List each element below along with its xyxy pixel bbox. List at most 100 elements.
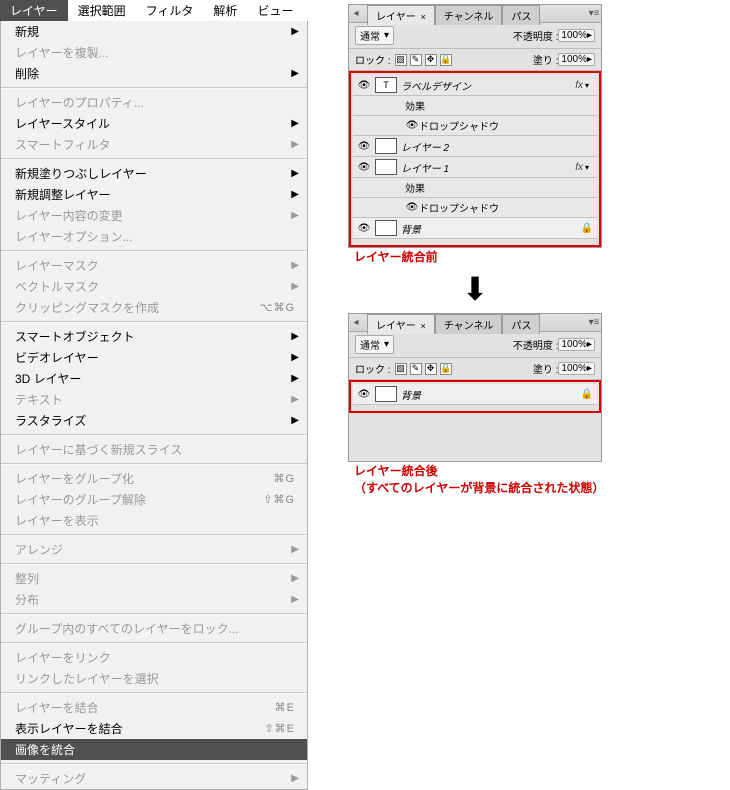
- layer-name[interactable]: レイヤー 1: [401, 160, 575, 175]
- fx-icon[interactable]: fx: [575, 80, 583, 91]
- menu-item: テキスト▶: [1, 389, 307, 410]
- tab-layers[interactable]: レイヤー ×: [367, 314, 435, 334]
- close-icon[interactable]: ×: [420, 12, 425, 22]
- visibility-icon[interactable]: 👁: [357, 162, 371, 173]
- lock-icon: 🔒: [581, 389, 593, 400]
- layer-row[interactable]: 👁 背景🔒: [353, 218, 597, 239]
- menubar-item-filter[interactable]: フィルタ: [136, 0, 204, 21]
- menu-item-label: ベクトルマスク: [15, 278, 285, 295]
- opacity-value[interactable]: 100% ▸: [558, 29, 595, 42]
- submenu-arrow-icon: ▶: [291, 415, 299, 426]
- menu-item-label: 画像を統合: [15, 741, 299, 758]
- close-icon[interactable]: ×: [420, 321, 425, 331]
- menu-item-label: ラスタライズ: [15, 412, 285, 429]
- visibility-icon[interactable]: 👁: [357, 80, 371, 91]
- fill-value[interactable]: 100% ▸: [558, 362, 595, 375]
- menu-item-label: レイヤーマスク: [15, 257, 285, 274]
- layer-thumb: [375, 220, 397, 236]
- opacity-value[interactable]: 100% ▸: [558, 338, 595, 351]
- lock-pixels-icon[interactable]: ✎: [410, 54, 422, 66]
- menu-item[interactable]: スマートオブジェクト▶: [1, 326, 307, 347]
- layer-menu: 新規▶レイヤーを複製...削除▶レイヤーのプロパティ...レイヤースタイル▶スマ…: [0, 21, 308, 790]
- submenu-arrow-icon: ▶: [291, 118, 299, 129]
- menu-item[interactable]: 新規塗りつぶしレイヤー▶: [1, 163, 307, 184]
- lock-transparency-icon[interactable]: ▧: [395, 363, 407, 375]
- minimize-icon[interactable]: ◂: [349, 8, 363, 19]
- minimize-icon[interactable]: ◂: [349, 317, 363, 328]
- menu-item: レイヤーのグループ解除⇧⌘G: [1, 489, 307, 510]
- menu-item-label: 分布: [15, 591, 285, 608]
- layer-row[interactable]: 👁 背景🔒: [353, 384, 597, 405]
- layer-effect-row[interactable]: 効果: [353, 178, 597, 198]
- menu-item: レイヤーマスク▶: [1, 255, 307, 276]
- visibility-icon[interactable]: 👁: [357, 389, 371, 400]
- visibility-icon[interactable]: 👁: [405, 202, 419, 213]
- tab-paths[interactable]: パス: [502, 314, 540, 334]
- lock-all-icon[interactable]: 🔒: [440, 363, 452, 375]
- fill-value[interactable]: 100% ▸: [558, 53, 595, 66]
- menu-item[interactable]: 新規調整レイヤー▶: [1, 184, 307, 205]
- menubar-item-layer[interactable]: レイヤー: [0, 0, 68, 21]
- layer-row[interactable]: 👁 レイヤー 1fx▾: [353, 157, 597, 178]
- layer-effect-row[interactable]: 👁ドロップシャドウ: [353, 198, 597, 218]
- submenu-arrow-icon: ▶: [291, 281, 299, 292]
- lock-pixels-icon[interactable]: ✎: [410, 363, 422, 375]
- layers-panel-after: ◂ レイヤー × チャンネル パス ▾≡ 通常▾ 不透明度 : 100% ▸ ロ…: [348, 313, 602, 462]
- layer-row[interactable]: 👁 レイヤー 2: [353, 136, 597, 157]
- panel-menu-icon[interactable]: ▾≡: [587, 317, 601, 328]
- menu-item: 分布▶: [1, 589, 307, 610]
- menu-item: レイヤーをリンク: [1, 647, 307, 668]
- menu-item: レイヤーのプロパティ...: [1, 92, 307, 113]
- fill-label: 塗り :: [533, 361, 559, 376]
- lock-transparency-icon[interactable]: ▧: [395, 54, 407, 66]
- menu-item-label: レイヤーをリンク: [15, 649, 299, 666]
- submenu-arrow-icon: ▶: [291, 573, 299, 584]
- menubar-item-view[interactable]: ビュー: [247, 0, 303, 21]
- menu-item[interactable]: ラスタライズ ▶: [1, 410, 307, 431]
- lock-position-icon[interactable]: ✥: [425, 54, 437, 66]
- shortcut: ⇧⌘G: [263, 493, 295, 506]
- menu-item-label: レイヤーのグループ解除: [15, 491, 263, 508]
- menu-item[interactable]: 3D レイヤー▶: [1, 368, 307, 389]
- menubar-item-select[interactable]: 選択範囲: [68, 0, 136, 21]
- layer-name[interactable]: 背景: [401, 387, 581, 402]
- visibility-icon[interactable]: 👁: [357, 141, 371, 152]
- tab-paths[interactable]: パス: [502, 5, 540, 25]
- menu-item: ベクトルマスク ▶: [1, 276, 307, 297]
- blend-mode-select[interactable]: 通常▾: [355, 335, 394, 354]
- menu-item-label: レイヤーオプション...: [15, 228, 299, 245]
- chevron-down-icon[interactable]: ▾: [585, 163, 589, 172]
- menubar-item-analysis[interactable]: 解析: [203, 0, 247, 21]
- menu-item-label: レイヤー内容の変更: [15, 207, 285, 224]
- submenu-arrow-icon: ▶: [291, 139, 299, 150]
- layer-name[interactable]: ラベルデザイン: [401, 78, 575, 93]
- chevron-down-icon[interactable]: ▾: [585, 81, 589, 90]
- submenu-arrow-icon: ▶: [291, 189, 299, 200]
- layer-row[interactable]: 👁Tラベルデザインfx▾: [353, 75, 597, 96]
- lock-icon: 🔒: [581, 223, 593, 234]
- layer-name[interactable]: 背景: [401, 221, 581, 236]
- visibility-icon[interactable]: 👁: [405, 120, 419, 131]
- menu-item: レイヤーをグループ化⌘G: [1, 468, 307, 489]
- lock-position-icon[interactable]: ✥: [425, 363, 437, 375]
- menu-item[interactable]: レイヤースタイル▶: [1, 113, 307, 134]
- menu-item[interactable]: ビデオレイヤー▶: [1, 347, 307, 368]
- panel-menu-icon[interactable]: ▾≡: [587, 8, 601, 19]
- menu-item[interactable]: 新規▶: [1, 21, 307, 42]
- tab-channels[interactable]: チャンネル: [435, 314, 503, 334]
- tab-layers[interactable]: レイヤー ×: [367, 5, 435, 25]
- menu-item[interactable]: 削除▶: [1, 63, 307, 84]
- layer-effect-row[interactable]: 👁ドロップシャドウ: [353, 116, 597, 136]
- lock-all-icon[interactable]: 🔒: [440, 54, 452, 66]
- menu-item-label: レイヤーを表示: [15, 512, 299, 529]
- submenu-arrow-icon: ▶: [291, 68, 299, 79]
- layer-effect-row[interactable]: 効果: [353, 96, 597, 116]
- layer-name[interactable]: レイヤー 2: [401, 139, 593, 154]
- blend-mode-select[interactable]: 通常▾: [355, 26, 394, 45]
- fx-icon[interactable]: fx: [575, 162, 583, 173]
- tab-channels[interactable]: チャンネル: [435, 5, 503, 25]
- menu-item[interactable]: 画像を統合: [1, 739, 307, 760]
- menu-item: レイヤーを表示: [1, 510, 307, 531]
- visibility-icon[interactable]: 👁: [357, 223, 371, 234]
- submenu-arrow-icon: ▶: [291, 210, 299, 221]
